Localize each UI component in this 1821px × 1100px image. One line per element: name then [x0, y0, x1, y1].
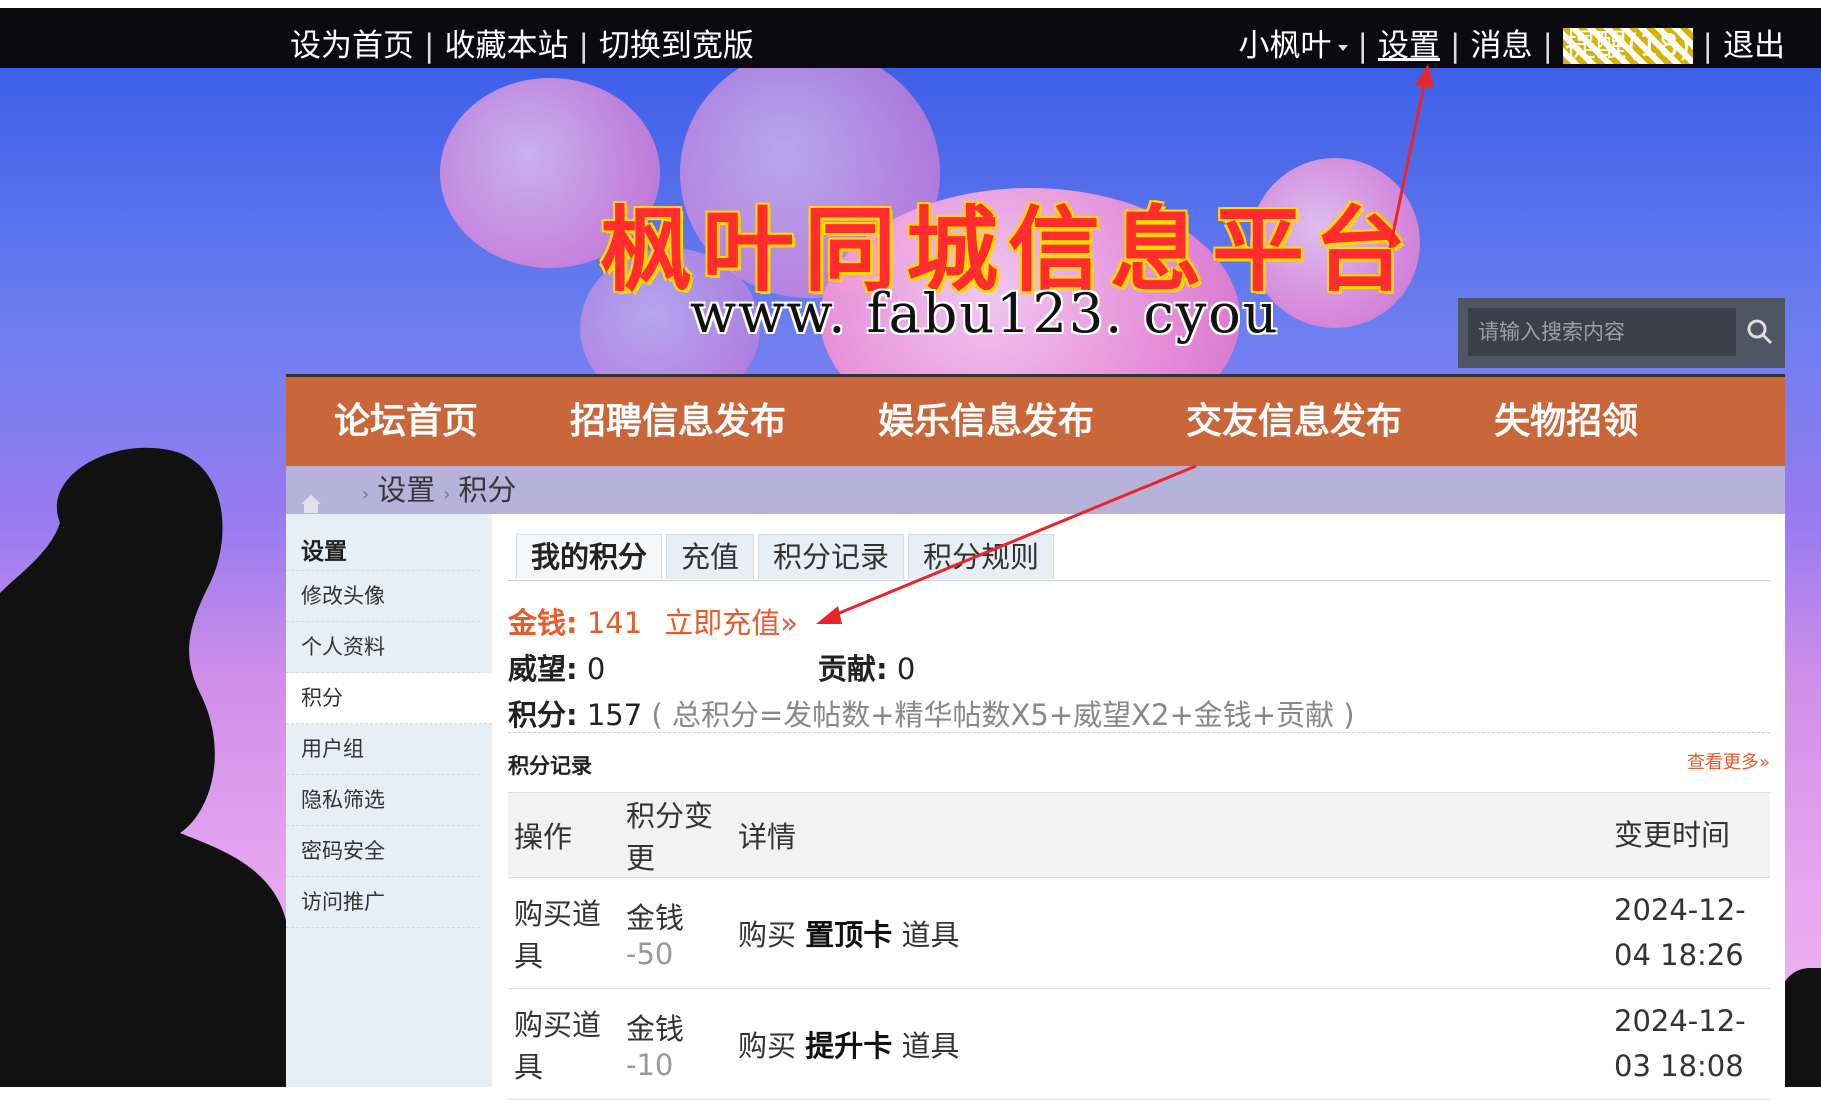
- recharge-link[interactable]: 立即充值»: [664, 606, 798, 640]
- contribution-value: 0: [896, 652, 916, 686]
- row-detail: 购买 置顶卡 道具: [732, 877, 1608, 989]
- search-box: [1458, 298, 1785, 368]
- separator: |: [424, 28, 435, 64]
- main-content: 我的积分 充值 积分记录 积分规则 金钱: 141 立即充值» 威望: 0 贡献:…: [492, 514, 1785, 1100]
- breadcrumb-path: › 设置 › 积分: [354, 466, 516, 519]
- toolbar-right: 小枫叶 | 设置 | 消息 | 提醒(18) | 退出: [1239, 20, 1785, 65]
- sidebar-item-privacy[interactable]: 隐私筛选: [286, 775, 480, 826]
- detail-item: 提升卡: [805, 1029, 893, 1063]
- username: 小枫叶: [1238, 28, 1332, 64]
- silhouette-right: [1780, 968, 1821, 1087]
- money-row: 金钱: 141 立即充值»: [508, 600, 798, 642]
- table-row: 购买道具 金钱 -10 购买 提升卡 道具 2024-12-03 18:08: [508, 988, 1770, 1100]
- table-row: 购买道具 金钱 -50 购买 置顶卡 道具 2024-12-04 18:26: [508, 877, 1770, 989]
- main-nav: 论坛首页 招聘信息发布 娱乐信息发布 交友信息发布 失物招领: [286, 374, 1785, 467]
- points-value: 157: [586, 698, 643, 732]
- top-strip: [0, 0, 1821, 8]
- search-button[interactable]: [1740, 308, 1780, 356]
- detail-item: 置顶卡: [805, 918, 893, 952]
- nav-dating[interactable]: 交友信息发布: [1186, 377, 1402, 467]
- tab-credit-rules[interactable]: 积分规则: [908, 534, 1055, 579]
- money-label: 金钱:: [508, 606, 578, 640]
- tab-my-credits[interactable]: 我的积分: [516, 534, 663, 579]
- site-url: www. fabu123. cyou: [690, 282, 1280, 345]
- set-homepage-link[interactable]: 设为首页: [290, 28, 414, 64]
- contribution-label: 贡献:: [818, 652, 888, 686]
- detail-suffix: 道具: [901, 1029, 960, 1063]
- messages-link[interactable]: 消息: [1470, 28, 1532, 64]
- tab-credit-log[interactable]: 积分记录: [758, 534, 905, 579]
- detail-prefix: 购买: [738, 1029, 797, 1063]
- view-more-link[interactable]: 查看更多»: [1687, 748, 1770, 774]
- prestige-value: 0: [586, 652, 606, 686]
- points-label: 积分:: [508, 698, 578, 732]
- sidebar-item-usergroup[interactable]: 用户组: [286, 724, 480, 775]
- settings-link[interactable]: 设置: [1378, 28, 1440, 64]
- remind-link[interactable]: 提醒(18): [1562, 28, 1693, 64]
- breadcrumb: › 设置 › 积分: [286, 466, 1785, 514]
- records-title: 积分记录: [508, 754, 592, 778]
- top-toolbar: 设为首页 | 收藏本站 | 切换到宽版 小枫叶 | 设置 | 消息 | 提醒(18) | 退出: [0, 8, 1821, 68]
- tab-recharge[interactable]: 充值: [666, 534, 755, 579]
- separator: |: [1450, 28, 1461, 64]
- tab-divider: [508, 580, 1770, 581]
- sidebar-heading: 设置: [286, 514, 480, 571]
- search-input[interactable]: [1468, 308, 1736, 356]
- settings-sidebar: 设置 修改头像 个人资料 积分 用户组 隐私筛选 密码安全 访问推广: [286, 514, 492, 1087]
- separator: |: [1702, 28, 1713, 64]
- records-table: 操作 积分变更 详情 变更时间 购买道具 金钱 -50 购买 置顶卡 道具 20…: [508, 792, 1770, 1100]
- separator: |: [1357, 28, 1368, 64]
- row-action: 购买道具: [508, 988, 620, 1100]
- row-currency: 金钱: [626, 1012, 685, 1046]
- woman-silhouette: [0, 447, 290, 1087]
- chevron-right-icon: ›: [362, 484, 370, 505]
- contribution: 贡献: 0: [818, 646, 915, 688]
- separator: |: [1542, 28, 1553, 64]
- detail-suffix: 道具: [901, 918, 960, 952]
- credit-tabs: 我的积分 充值 积分记录 积分规则: [516, 534, 1058, 580]
- header-change: 积分变更: [620, 792, 732, 878]
- header-action: 操作: [508, 792, 620, 878]
- row-change-value: -50: [626, 937, 674, 971]
- switch-wide-link[interactable]: 切换到宽版: [599, 28, 754, 64]
- logout-link[interactable]: 退出: [1723, 28, 1785, 64]
- sidebar-item-avatar[interactable]: 修改头像: [286, 571, 480, 622]
- points-formula: ( 总积分=发帖数+精华帖数X5+威望X2+金钱+贡献 ): [651, 698, 1355, 732]
- money-value: 141: [586, 606, 643, 640]
- detail-prefix: 购买: [738, 918, 797, 952]
- row-currency: 金钱: [626, 901, 685, 935]
- points-row: 积分: 157 ( 总积分=发帖数+精华帖数X5+威望X2+金钱+贡献 ): [508, 692, 1355, 734]
- row-change: 金钱 -50: [620, 877, 732, 989]
- sidebar-item-credits[interactable]: 积分: [286, 673, 492, 724]
- sidebar-item-password[interactable]: 密码安全: [286, 826, 480, 877]
- row-change-value: -10: [626, 1048, 674, 1082]
- prestige-label: 威望:: [508, 652, 578, 686]
- prestige-row: 威望: 0 贡献: 0: [508, 646, 915, 688]
- nav-forum-home[interactable]: 论坛首页: [334, 377, 478, 467]
- sidebar-item-profile[interactable]: 个人资料: [286, 622, 480, 673]
- breadcrumb-settings[interactable]: 设置: [377, 473, 435, 507]
- toolbar-left: 设为首页 | 收藏本站 | 切换到宽版: [290, 20, 754, 65]
- row-action: 购买道具: [508, 877, 620, 989]
- row-change: 金钱 -10: [620, 988, 732, 1100]
- separator: |: [578, 28, 589, 64]
- row-time: 2024-12-04 18:26: [1608, 877, 1770, 989]
- chevron-right-icon: ›: [443, 484, 451, 505]
- header-detail: 详情: [732, 792, 1608, 878]
- header-time: 变更时间: [1608, 792, 1770, 878]
- sidebar-item-promotion[interactable]: 访问推广: [286, 877, 480, 928]
- chevron-down-icon: [1337, 44, 1348, 51]
- row-detail: 购买 提升卡 道具: [732, 988, 1608, 1100]
- nav-lost-found[interactable]: 失物招领: [1494, 377, 1638, 467]
- nav-entertainment[interactable]: 娱乐信息发布: [878, 377, 1094, 467]
- bookmark-site-link[interactable]: 收藏本站: [444, 28, 568, 64]
- breadcrumb-credits: 积分: [458, 473, 517, 507]
- username-menu[interactable]: 小枫叶: [1239, 28, 1348, 64]
- divider: [508, 732, 1770, 733]
- search-icon: [1747, 319, 1773, 345]
- nav-recruitment[interactable]: 招聘信息发布: [570, 377, 786, 467]
- row-time: 2024-12-03 18:08: [1608, 988, 1770, 1100]
- table-header: 操作 积分变更 详情 变更时间: [508, 792, 1770, 878]
